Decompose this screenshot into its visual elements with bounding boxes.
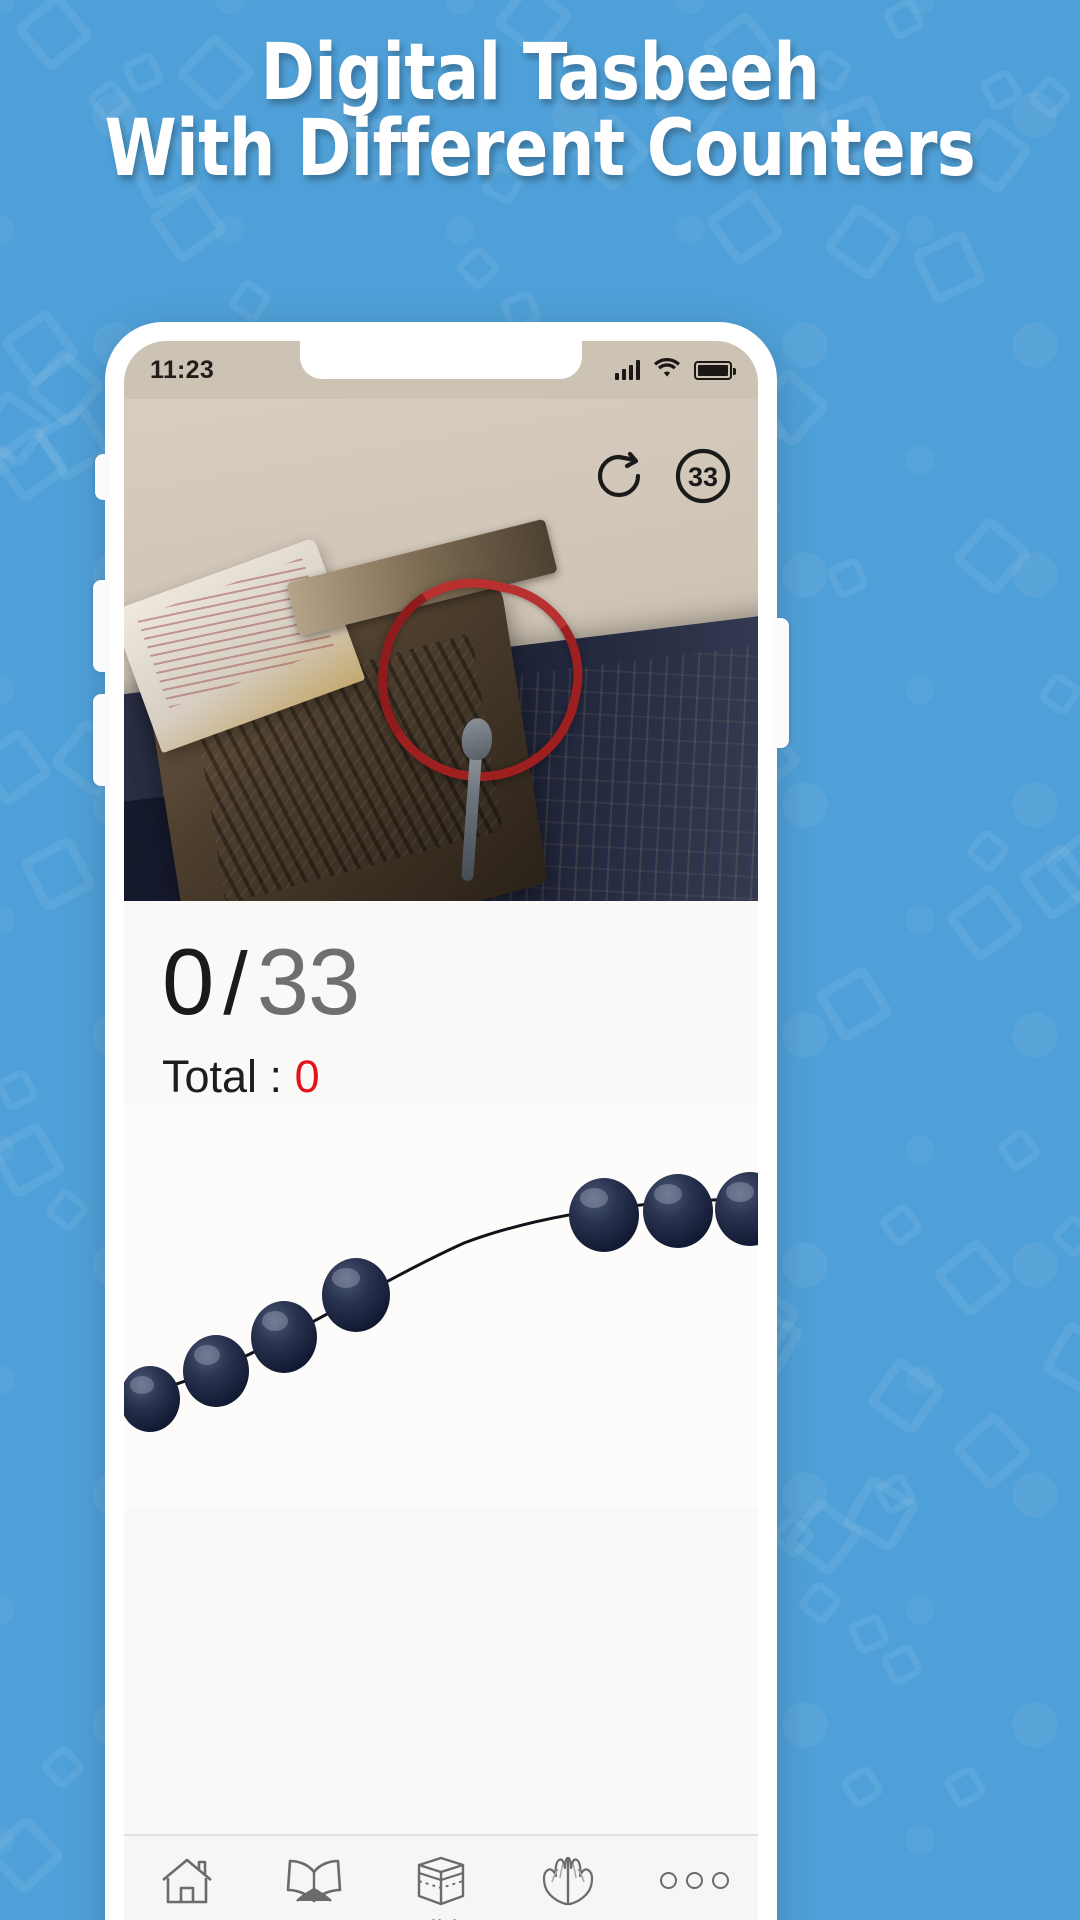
background-diamond [995,1126,1043,1175]
bead [251,1301,317,1373]
total-row: Total : 0 [162,1051,758,1103]
phone-notch [300,341,582,379]
bead [569,1178,639,1252]
nav-label-home: Home [151,1915,223,1920]
counter-separator: / [223,934,247,1033]
background-diamond [942,1764,989,1811]
phone-volume-up-button[interactable] [93,580,109,672]
counter-target-value: 33 [256,929,361,1034]
bead [715,1172,758,1246]
nav-label-more: More [664,1915,726,1920]
bead [322,1258,390,1332]
background-diamond [838,1763,886,1811]
bead [183,1335,249,1407]
background-diamond [796,1579,845,1628]
background-diamond [1039,1319,1080,1399]
wifi-icon [653,357,681,383]
background-diamond [932,1236,1014,1319]
phone-volume-down-button[interactable] [93,694,109,786]
counter-display: 0 / 33 [162,935,758,1029]
praying-hands-icon [538,1853,598,1909]
nav-item-more[interactable]: More [631,1853,758,1920]
background-diamond [1036,670,1080,718]
hero-controls: 33 [590,447,732,505]
background-diamond [825,555,871,601]
background-diamond [0,1120,67,1200]
counter-current-value: 0 [162,929,214,1034]
background-diamond [963,826,1012,875]
phone-silent-switch[interactable] [95,454,109,500]
background-diamond [226,277,274,326]
background-diamond [0,1066,40,1113]
signal-bars-icon [615,360,640,380]
nav-label-duas: Dua's [534,1915,602,1920]
background-diamond [39,1743,88,1792]
background-diamond [454,243,503,292]
background-diamond [43,1185,92,1234]
home-icon [159,1853,215,1909]
nav-item-duas[interactable]: Dua's [504,1853,631,1920]
background-diamond [814,963,894,1044]
target-count-button[interactable]: 33 [674,447,732,505]
status-bar-clock: 11:23 [150,355,215,384]
background-diamond [876,1201,925,1249]
hero-image: 33 [124,399,758,901]
headline-line-1: Digital Tasbeeh [260,28,820,118]
phone-power-button[interactable] [773,618,789,748]
bead [643,1174,713,1248]
nav-label-quran: Quran [277,1915,352,1920]
three-dots-icon [660,1853,730,1909]
tasbeeh-beads-area[interactable] [124,1103,758,1507]
background-diamond [910,228,988,306]
headline-line-2: With Different Counters [104,103,976,194]
reset-icon[interactable] [590,447,648,505]
kaaba-icon [415,1853,467,1909]
bottom-navigation: Home Quran [124,1834,758,1920]
background-diamond [0,1813,67,1896]
nav-label-qibla: Qibla [409,1915,472,1920]
tasbeeh-beads-graphic[interactable] [124,1103,758,1507]
promo-headline: Digital Tasbeeh With Different Counters [38,28,1042,194]
background-diamond [951,514,1034,597]
background-diamond [879,1642,926,1688]
background-diamond [823,201,904,283]
background-diamond [0,726,54,808]
phone-mockup: 11:23 33 0 / 33 Total: 0 [93,322,789,1920]
background-diamond [18,835,97,914]
open-book-icon [284,1853,344,1909]
battery-full-icon [694,360,736,380]
background-diamond [950,1410,1033,1493]
background-diamond [847,1611,892,1656]
status-bar: 11:23 [124,341,758,399]
nav-item-qibla[interactable]: Qibla [378,1853,505,1920]
background-diamond [865,1355,947,1437]
total-value: 0 [294,1051,320,1102]
background-diamond [944,882,1026,964]
background-diamond [704,186,786,268]
nav-item-quran[interactable]: Quran [251,1853,378,1920]
total-label: Total : [162,1051,283,1102]
nav-item-home[interactable]: Home [124,1853,251,1920]
counter-panel: 0 / 33 Total : 0 [124,901,758,1103]
background-diamond [1050,1211,1080,1261]
status-bar-icons [615,357,736,383]
bead [124,1366,180,1432]
phone-screen: 11:23 33 0 / 33 Total: 0 [124,341,758,1920]
target-count-value: 33 [688,462,718,492]
